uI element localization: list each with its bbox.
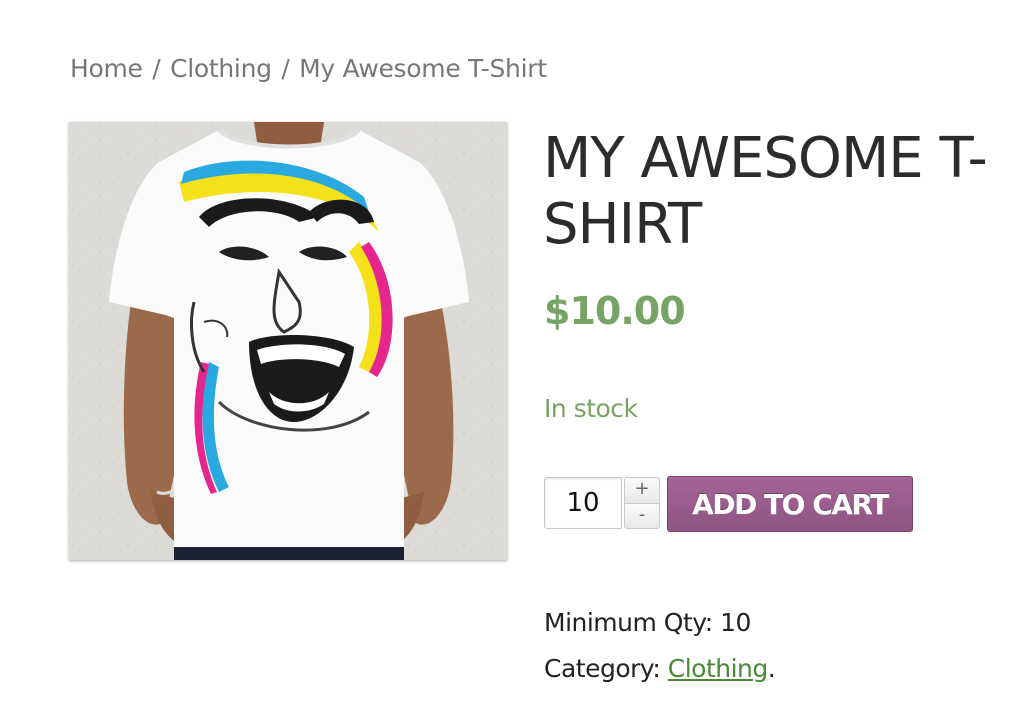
product-page: Home / Clothing / My Awesome T-Shirt MY … (0, 0, 1020, 719)
quantity-stepper: + - (544, 477, 660, 529)
breadcrumb-home-link[interactable]: Home (70, 54, 143, 83)
category-line: Category: Clothing. (544, 646, 776, 692)
breadcrumb-category-link[interactable]: Clothing (170, 54, 272, 83)
product-meta: Minimum Qty: 10 Category: Clothing. (544, 600, 776, 692)
add-to-cart-button[interactable]: ADD TO CART (667, 476, 913, 532)
breadcrumb-separator: / (281, 54, 290, 83)
quantity-increase-button[interactable]: + (624, 477, 660, 503)
category-label: Category: (544, 654, 661, 683)
category-link[interactable]: Clothing (668, 654, 769, 683)
quantity-buttons: + - (624, 477, 660, 529)
quantity-input[interactable] (544, 477, 622, 529)
breadcrumb: Home / Clothing / My Awesome T-Shirt (70, 54, 547, 83)
category-suffix: . (767, 654, 776, 683)
product-title: MY AWESOME T-SHIRT (543, 126, 988, 257)
product-price: $10.00 (544, 289, 686, 333)
product-image[interactable] (69, 122, 507, 560)
tshirt-photo (69, 122, 507, 560)
minimum-qty: Minimum Qty: 10 (544, 608, 751, 637)
quantity-decrease-button[interactable]: - (624, 502, 660, 529)
stock-status: In stock (544, 394, 638, 423)
breadcrumb-separator: / (152, 54, 161, 83)
breadcrumb-current: My Awesome T-Shirt (299, 54, 547, 83)
